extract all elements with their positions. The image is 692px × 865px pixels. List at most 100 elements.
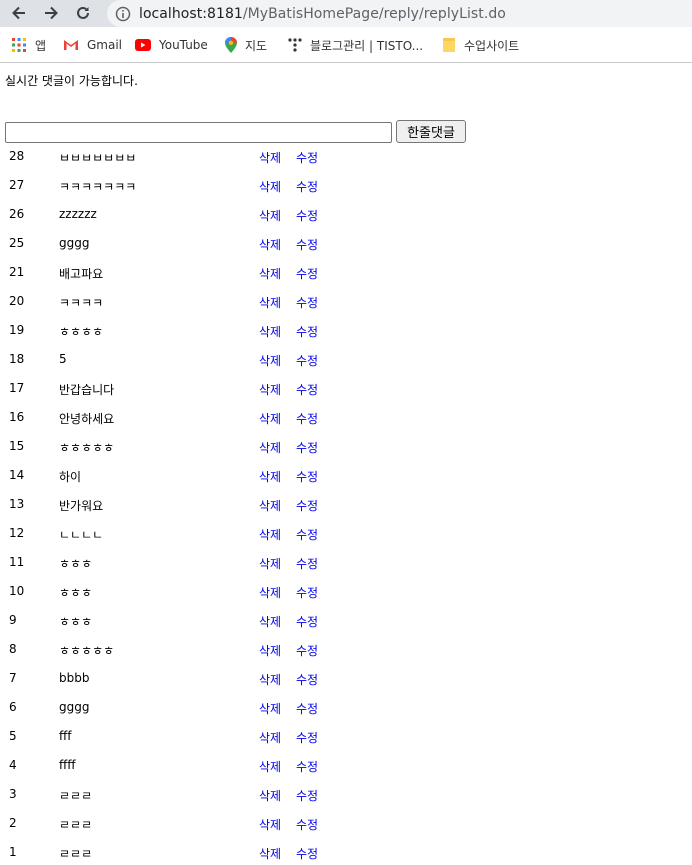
- back-arrow-icon: [12, 6, 25, 20]
- delete-link[interactable]: 삭제: [259, 787, 281, 804]
- forward-button[interactable]: [39, 1, 63, 25]
- delete-link[interactable]: 삭제: [259, 149, 281, 166]
- edit-link[interactable]: 수정: [296, 700, 318, 717]
- edit-link[interactable]: 수정: [296, 265, 318, 282]
- edit-link[interactable]: 수정: [296, 149, 318, 166]
- delete-link[interactable]: 삭제: [259, 555, 281, 572]
- bookmark-label: 블로그관리 | TISTO...: [310, 38, 424, 53]
- info-icon: [115, 6, 131, 21]
- edit-link[interactable]: 수정: [296, 613, 318, 630]
- url-host: localhost:8181: [139, 5, 243, 22]
- reply-row: 13 반가워요 삭제 수정: [0, 492, 692, 521]
- delete-link[interactable]: 삭제: [259, 410, 281, 427]
- delete-link[interactable]: 삭제: [259, 323, 281, 340]
- bookmark-apps[interactable]: 앱: [11, 27, 46, 63]
- edit-link[interactable]: 수정: [296, 787, 318, 804]
- reply-content: 반갑습니다: [59, 383, 115, 397]
- bookmark-gmail[interactable]: Gmail: [63, 27, 122, 63]
- edit-link[interactable]: 수정: [296, 816, 318, 833]
- youtube-icon: [135, 39, 151, 51]
- delete-link[interactable]: 삭제: [259, 468, 281, 485]
- edit-link[interactable]: 수정: [296, 497, 318, 514]
- edit-link[interactable]: 수정: [296, 236, 318, 253]
- url-text: localhost:8181/MyBatisHomePage/reply/rep…: [139, 6, 506, 22]
- delete-link[interactable]: 삭제: [259, 845, 281, 862]
- edit-link[interactable]: 수정: [296, 207, 318, 224]
- reply-number: 7: [9, 671, 17, 685]
- address-bar[interactable]: localhost:8181/MyBatisHomePage/reply/rep…: [107, 0, 692, 27]
- edit-link[interactable]: 수정: [296, 758, 318, 775]
- edit-link[interactable]: 수정: [296, 468, 318, 485]
- reply-content: ffff: [59, 758, 76, 772]
- edit-link[interactable]: 수정: [296, 555, 318, 572]
- edit-link[interactable]: 수정: [296, 671, 318, 688]
- reply-list: 28 ㅂㅂㅂㅂㅂㅂㅂ 삭제 수정 27 ㅋㅋㅋㅋㅋㅋㅋ 삭제 수정 26 zzzzzz 삭제 수정 25…: [0, 144, 692, 865]
- reply-content: ㅎㅎㅎ: [59, 557, 93, 571]
- delete-link[interactable]: 삭제: [259, 584, 281, 601]
- delete-link[interactable]: 삭제: [259, 729, 281, 746]
- reply-number: 20: [9, 294, 25, 308]
- delete-link[interactable]: 삭제: [259, 700, 281, 717]
- delete-link[interactable]: 삭제: [259, 439, 281, 456]
- reply-content: ㅋㅋㅋㅋ: [59, 296, 104, 310]
- reply-number: 1: [9, 845, 17, 859]
- reply-row: 19 ㅎㅎㅎㅎ 삭제 수정: [0, 318, 692, 347]
- delete-link[interactable]: 삭제: [259, 497, 281, 514]
- browser-toolbar: localhost:8181/MyBatisHomePage/reply/rep…: [0, 0, 692, 27]
- delete-link[interactable]: 삭제: [259, 236, 281, 253]
- bookmark-maps[interactable]: 지도: [225, 27, 267, 63]
- bookmark-class-site[interactable]: 수업사이트: [442, 27, 519, 63]
- back-button[interactable]: [7, 1, 31, 25]
- reply-row: 10 ㅎㅎㅎ 삭제 수정: [0, 579, 692, 608]
- reload-button[interactable]: [71, 1, 95, 25]
- delete-link[interactable]: 삭제: [259, 613, 281, 630]
- reply-row: 27 ㅋㅋㅋㅋㅋㅋㅋ 삭제 수정: [0, 173, 692, 202]
- reply-number: 28: [9, 149, 25, 163]
- bookmark-tistory[interactable]: 블로그관리 | TISTO...: [288, 27, 423, 63]
- reply-number: 16: [9, 410, 25, 424]
- delete-link[interactable]: 삭제: [259, 671, 281, 688]
- reply-row: 2 ㄹㄹㄹ 삭제 수정: [0, 811, 692, 840]
- delete-link[interactable]: 삭제: [259, 381, 281, 398]
- edit-link[interactable]: 수정: [296, 729, 318, 746]
- reply-row: 11 ㅎㅎㅎ 삭제 수정: [0, 550, 692, 579]
- edit-link[interactable]: 수정: [296, 178, 318, 195]
- edit-link[interactable]: 수정: [296, 410, 318, 427]
- bookmark-label: 지도: [245, 38, 268, 53]
- reply-row: 4 ffff 삭제 수정: [0, 753, 692, 782]
- folder-icon: [443, 38, 455, 52]
- reply-number: 15: [9, 439, 25, 453]
- edit-link[interactable]: 수정: [296, 642, 318, 659]
- edit-link[interactable]: 수정: [296, 439, 318, 456]
- reply-number: 5: [9, 729, 17, 743]
- delete-link[interactable]: 삭제: [259, 758, 281, 775]
- reply-number: 14: [9, 468, 25, 482]
- delete-link[interactable]: 삭제: [259, 265, 281, 282]
- delete-link[interactable]: 삭제: [259, 816, 281, 833]
- submit-reply-button[interactable]: 한줄댓글: [396, 120, 466, 143]
- delete-link[interactable]: 삭제: [259, 526, 281, 543]
- edit-link[interactable]: 수정: [296, 381, 318, 398]
- reply-row: 5 fff 삭제 수정: [0, 724, 692, 753]
- edit-link[interactable]: 수정: [296, 294, 318, 311]
- delete-link[interactable]: 삭제: [259, 352, 281, 369]
- reply-content: gggg: [59, 236, 90, 250]
- edit-link[interactable]: 수정: [296, 845, 318, 862]
- edit-link[interactable]: 수정: [296, 526, 318, 543]
- bookmark-youtube[interactable]: YouTube: [135, 27, 208, 63]
- reply-input[interactable]: [5, 122, 392, 143]
- reply-row: 8 ㅎㅎㅎㅎㅎ 삭제 수정: [0, 637, 692, 666]
- reply-content: ㄴㄴㄴㄴ: [59, 528, 104, 542]
- tistory-icon: [288, 38, 302, 52]
- reply-number: 11: [9, 555, 25, 569]
- edit-link[interactable]: 수정: [296, 323, 318, 340]
- delete-link[interactable]: 삭제: [259, 642, 281, 659]
- edit-link[interactable]: 수정: [296, 352, 318, 369]
- reply-content: 안녕하세요: [59, 412, 115, 426]
- edit-link[interactable]: 수정: [296, 584, 318, 601]
- apps-grid-icon: [12, 38, 26, 52]
- delete-link[interactable]: 삭제: [259, 178, 281, 195]
- delete-link[interactable]: 삭제: [259, 294, 281, 311]
- delete-link[interactable]: 삭제: [259, 207, 281, 224]
- reply-number: 4: [9, 758, 17, 772]
